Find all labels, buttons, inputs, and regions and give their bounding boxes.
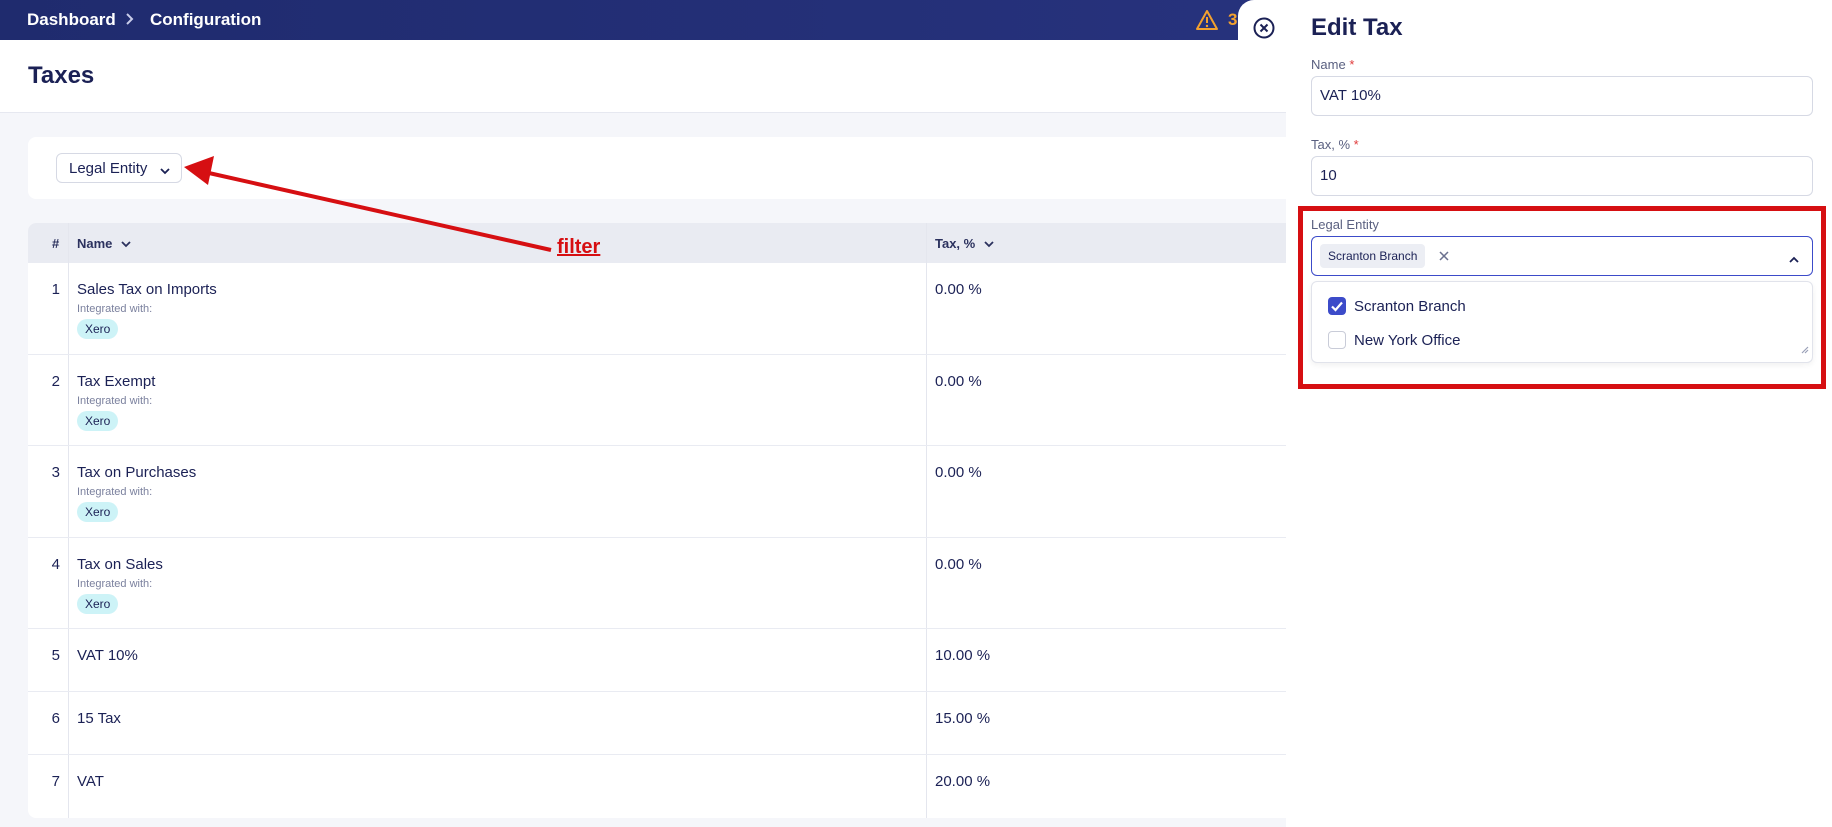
required-mark: * xyxy=(1353,137,1359,152)
panel-title: Edit Tax xyxy=(1311,14,1403,41)
name-field[interactable]: VAT 10% xyxy=(1311,76,1813,116)
edit-tax-panel xyxy=(1286,0,1832,827)
name-label-text: Name xyxy=(1311,57,1346,72)
tax-label-text: Tax, % xyxy=(1311,137,1351,152)
close-circle-icon[interactable] xyxy=(1252,16,1276,40)
tax-rate-field[interactable]: 10 xyxy=(1311,156,1813,196)
annotation-highlight-box xyxy=(1298,206,1826,389)
annotation-label: filter xyxy=(557,236,601,258)
name-field-label: Name * xyxy=(1311,57,1354,72)
required-mark: * xyxy=(1349,57,1355,72)
tax-field-label: Tax, % * xyxy=(1311,137,1359,152)
